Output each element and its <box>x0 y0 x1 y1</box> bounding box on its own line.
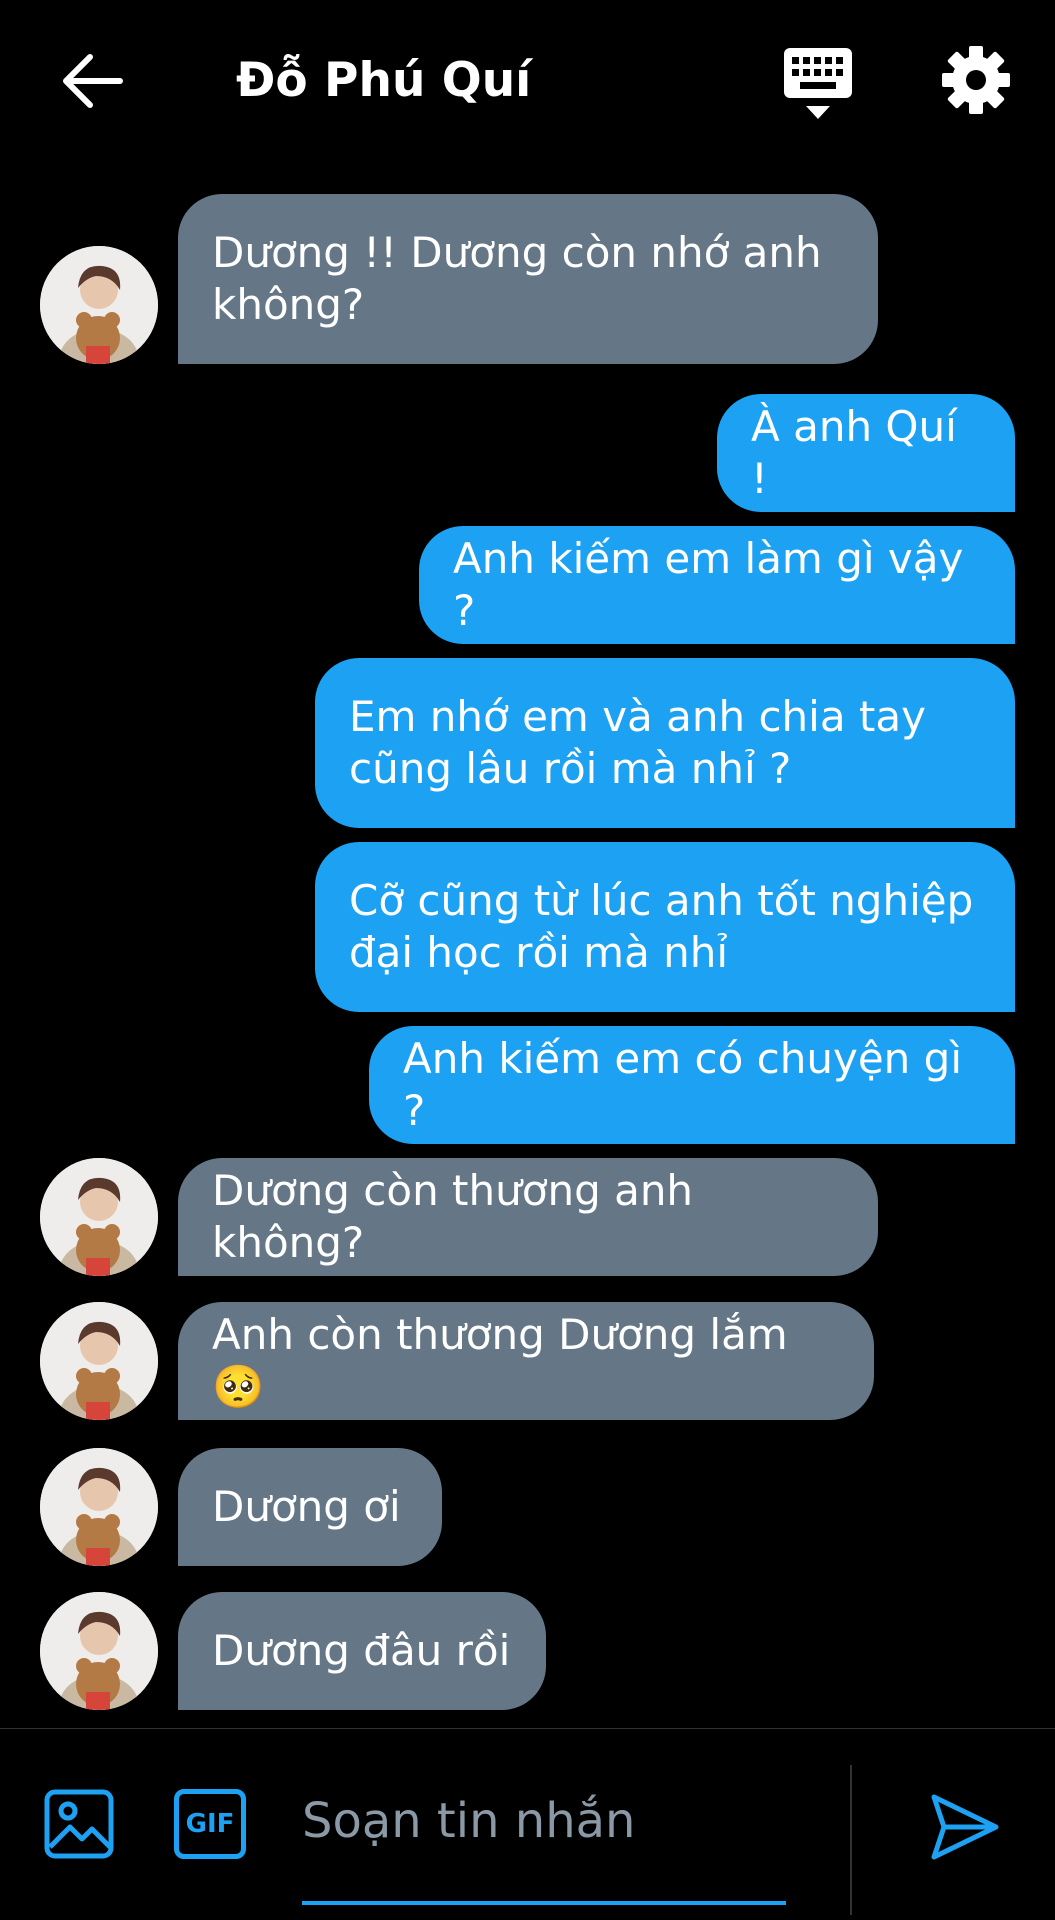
outgoing-message[interactable]: Anh kiếm em làm gì vậy ? <box>419 526 1015 644</box>
profile-photo <box>40 1158 158 1276</box>
incoming-message[interactable]: Dương còn thương anh không? <box>178 1158 878 1276</box>
keyboard-icon <box>784 48 852 119</box>
gif-button[interactable]: GIF <box>174 1789 246 1859</box>
profile-photo <box>40 1302 158 1420</box>
incoming-message[interactable]: Anh còn thương Dương lắm 🥺 <box>178 1302 874 1420</box>
composer-divider <box>850 1765 852 1915</box>
incoming-message[interactable]: Dương ơi <box>178 1448 442 1566</box>
profile-photo <box>40 1448 158 1566</box>
send-icon <box>931 1794 999 1860</box>
profile-photo <box>40 1592 158 1710</box>
message-row: Dương đâu rồi <box>0 1592 1055 1710</box>
message-row: Anh kiếm em làm gì vậy ? <box>0 526 1055 644</box>
message-row: À anh Quí ! <box>0 394 1055 512</box>
avatar[interactable] <box>40 1448 158 1566</box>
outgoing-message[interactable]: Anh kiếm em có chuyện gì ? <box>369 1026 1015 1144</box>
image-icon <box>44 1789 114 1859</box>
message-row: Dương !! Dương còn nhớ anh không? <box>0 194 1055 364</box>
outgoing-message[interactable]: À anh Quí ! <box>717 394 1015 512</box>
incoming-message[interactable]: Dương đâu rồi <box>178 1592 546 1710</box>
chat-header: Đỗ Phú Quí <box>0 0 1055 160</box>
message-composer: GIF Soạn tin nhắn <box>0 1728 1055 1920</box>
back-button[interactable] <box>60 48 126 114</box>
arrow-left-icon <box>63 54 123 108</box>
settings-button[interactable] <box>940 44 1012 116</box>
avatar[interactable] <box>40 1158 158 1276</box>
message-row: Dương còn thương anh không? <box>0 1158 1055 1276</box>
outgoing-message[interactable]: Cỡ cũng từ lúc anh tốt nghiệp đại học rồ… <box>315 842 1015 1012</box>
avatar[interactable] <box>40 1302 158 1420</box>
outgoing-message[interactable]: Em nhớ em và anh chia tay cũng lâu rồi m… <box>315 658 1015 828</box>
message-row: Dương ơi <box>0 1448 1055 1566</box>
message-list[interactable]: Dương !! Dương còn nhớ anh không? À anh … <box>0 160 1055 1730</box>
message-row: Anh còn thương Dương lắm 🥺 <box>0 1302 1055 1420</box>
incoming-message[interactable]: Dương !! Dương còn nhớ anh không? <box>178 194 878 364</box>
conversation-title: Đỗ Phú Quí <box>236 53 532 108</box>
keyboard-button[interactable] <box>782 46 854 122</box>
input-underline <box>302 1901 786 1905</box>
message-row: Anh kiếm em có chuyện gì ? <box>0 1026 1055 1144</box>
profile-photo <box>40 246 158 364</box>
message-input[interactable]: Soạn tin nhắn <box>302 1781 786 1861</box>
send-button[interactable] <box>928 1791 1000 1863</box>
avatar[interactable] <box>40 1592 158 1710</box>
message-row: Em nhớ em và anh chia tay cũng lâu rồi m… <box>0 658 1055 828</box>
avatar[interactable] <box>40 246 158 364</box>
message-row: Cỡ cũng từ lúc anh tốt nghiệp đại học rồ… <box>0 842 1055 1012</box>
attach-image-button[interactable] <box>44 1789 114 1859</box>
gear-icon <box>942 46 1010 114</box>
